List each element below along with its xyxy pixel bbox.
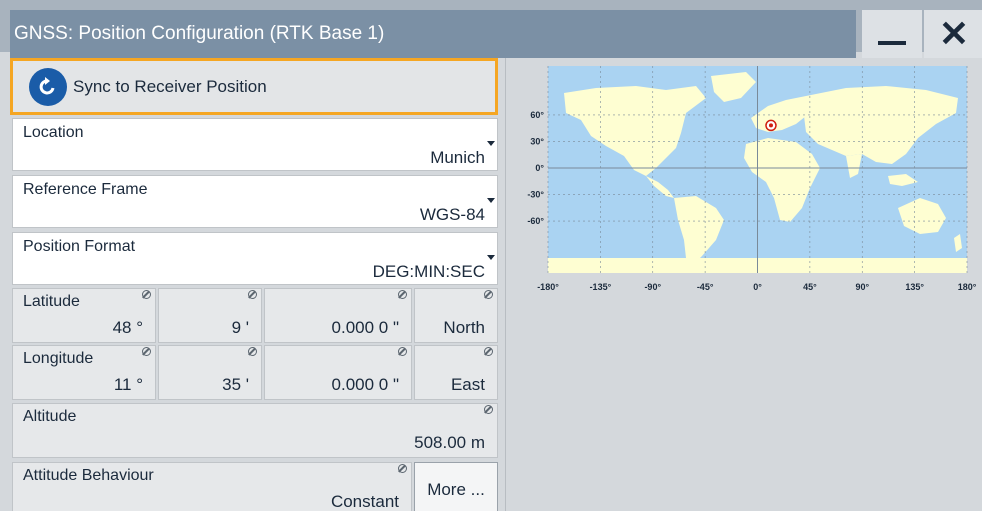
attitude-value: Constant bbox=[330, 492, 399, 511]
read-only-icon bbox=[248, 290, 257, 299]
position-format-value: DEG:MIN:SEC bbox=[372, 262, 485, 281]
longitude-tick-label: -135° bbox=[590, 282, 612, 292]
latitude-degrees: 48 ° bbox=[112, 318, 143, 337]
longitude-caption: Longitude bbox=[23, 350, 94, 367]
longitude-tick-label: 135° bbox=[905, 282, 924, 292]
attitude-behaviour-field[interactable]: Attitude Behaviour Constant bbox=[12, 462, 412, 511]
latitude-degrees-field[interactable]: Latitude 48 ° bbox=[12, 288, 156, 343]
read-only-icon bbox=[484, 347, 493, 356]
map-panel: 60° 30° 0° -30° -60° -180° -135° -90° -45° 0° 45°… bbox=[505, 58, 982, 511]
sync-icon bbox=[29, 67, 67, 106]
latitude-tick-label: 60° bbox=[530, 110, 544, 120]
longitude-tick-label: 90° bbox=[855, 282, 869, 292]
latitude-caption: Latitude bbox=[23, 293, 80, 310]
read-only-icon bbox=[142, 290, 151, 299]
latitude-minutes: 9 ' bbox=[231, 318, 249, 337]
longitude-tick-label: -45° bbox=[697, 282, 714, 292]
reference-frame-caption: Reference Frame bbox=[23, 181, 148, 198]
read-only-icon bbox=[248, 347, 257, 356]
dropdown-arrow-icon bbox=[487, 255, 495, 260]
latitude-seconds: 0.000 0 " bbox=[331, 318, 399, 337]
more-button[interactable]: More ... bbox=[414, 462, 498, 511]
world-map: 60° 30° 0° -30° -60° -180° -135° -90° -45° 0° 45°… bbox=[527, 66, 977, 292]
latitude-tick-label: 30° bbox=[530, 136, 544, 146]
sync-to-receiver-button[interactable]: Sync to Receiver Position bbox=[10, 58, 498, 115]
latitude-tick-label: -30° bbox=[527, 190, 544, 200]
position-format-dropdown[interactable]: Position Format DEG:MIN:SEC bbox=[12, 232, 498, 285]
minimize-icon bbox=[878, 41, 906, 45]
close-button[interactable]: ✕ bbox=[924, 10, 982, 58]
read-only-icon bbox=[398, 347, 407, 356]
window-title: GNSS: Position Configuration (RTK Base 1… bbox=[10, 10, 856, 58]
read-only-icon bbox=[398, 290, 407, 299]
longitude-tick-label: -180° bbox=[537, 282, 559, 292]
latitude-direction-field[interactable]: North bbox=[414, 288, 498, 343]
longitude-tick-label: -90° bbox=[644, 282, 661, 292]
altitude-value: 508.00 m bbox=[414, 433, 485, 452]
minimize-button[interactable] bbox=[862, 10, 922, 58]
read-only-icon bbox=[484, 405, 493, 414]
longitude-direction-field[interactable]: East bbox=[414, 345, 498, 400]
position-settings-panel: Sync to Receiver Position Location Munic… bbox=[10, 58, 500, 511]
location-caption: Location bbox=[23, 124, 84, 141]
longitude-tick-label: 45° bbox=[803, 282, 817, 292]
latitude-direction: North bbox=[443, 318, 485, 337]
location-marker-icon bbox=[765, 119, 777, 132]
longitude-direction: East bbox=[450, 375, 485, 394]
latitude-tick-label: -60° bbox=[527, 216, 544, 226]
location-marker-dot bbox=[768, 123, 773, 128]
longitude-degrees-field[interactable]: Longitude 11 ° bbox=[12, 345, 156, 400]
longitude-seconds: 0.000 0 " bbox=[331, 375, 399, 394]
read-only-icon bbox=[398, 464, 407, 473]
location-dropdown[interactable]: Location Munich bbox=[12, 118, 498, 171]
reference-frame-dropdown[interactable]: Reference Frame WGS-84 bbox=[12, 175, 498, 228]
longitude-degrees: 11 ° bbox=[113, 375, 143, 394]
sync-label: Sync to Receiver Position bbox=[73, 76, 267, 96]
altitude-field[interactable]: Altitude 508.00 m bbox=[12, 403, 498, 458]
longitude-tick-label: 180° bbox=[958, 282, 977, 292]
dropdown-arrow-icon bbox=[487, 198, 495, 203]
latitude-minutes-field[interactable]: 9 ' bbox=[158, 288, 262, 343]
read-only-icon bbox=[142, 347, 151, 356]
location-value: Munich bbox=[430, 148, 485, 167]
latitude-tick-labels: 60° 30° 0° -30° -60° bbox=[527, 110, 544, 226]
altitude-caption: Altitude bbox=[23, 408, 77, 425]
dropdown-arrow-icon bbox=[487, 141, 495, 146]
latitude-tick-label: 0° bbox=[535, 163, 544, 173]
longitude-seconds-field[interactable]: 0.000 0 " bbox=[264, 345, 412, 400]
latitude-seconds-field[interactable]: 0.000 0 " bbox=[264, 288, 412, 343]
longitude-tick-labels: -180° -135° -90° -45° 0° 45° 90° 135° 180° bbox=[537, 282, 977, 292]
title-bar: GNSS: Position Configuration (RTK Base 1… bbox=[0, 0, 982, 58]
reference-frame-value: WGS-84 bbox=[419, 205, 485, 224]
position-format-caption: Position Format bbox=[23, 238, 136, 255]
longitude-minutes-field[interactable]: 35 ' bbox=[158, 345, 262, 400]
longitude-tick-label: 0° bbox=[753, 282, 762, 292]
read-only-icon bbox=[484, 290, 493, 299]
attitude-caption: Attitude Behaviour bbox=[23, 467, 154, 484]
longitude-minutes: 35 ' bbox=[222, 375, 249, 394]
close-icon: ✕ bbox=[938, 13, 970, 54]
